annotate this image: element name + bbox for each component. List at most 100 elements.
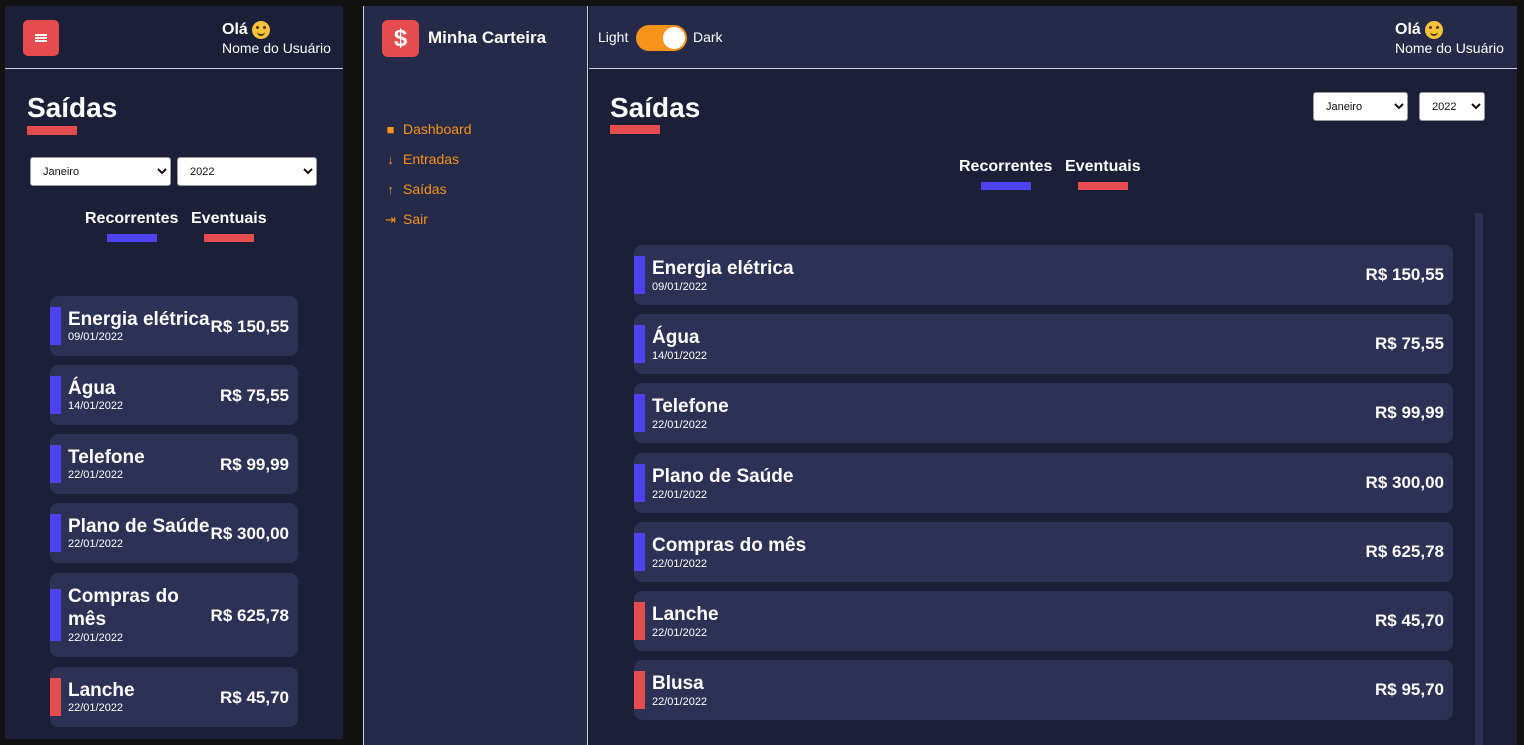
list-item[interactable]: Compras do mês 22/01/2022 R$ 625,78	[50, 573, 298, 657]
sidebar-item-label: Entradas	[403, 151, 460, 167]
list-item[interactable]: Lanche 22/01/2022 R$ 45,70	[634, 591, 1453, 651]
item-name: Água	[652, 327, 700, 349]
tab-label: Recorrentes	[959, 158, 1053, 175]
logout-icon: ⇥	[385, 211, 396, 227]
item-date: 22/01/2022	[68, 702, 124, 714]
recurrent-tag	[50, 376, 61, 414]
mobile-view: Olá Nome do Usuário Saídas Janeiro 2022 …	[5, 6, 343, 739]
main-content: Light Dark Olá Nome do Usuário Saídas Ja…	[589, 6, 1517, 745]
desktop-view: $ Minha Carteira ■ Dashboard ↓ Entradas …	[363, 6, 1517, 745]
username: Nome do Usuário	[1395, 40, 1504, 56]
list-item[interactable]: Lanche 22/01/2022 R$ 45,70	[50, 667, 298, 727]
main-header: Light Dark Olá Nome do Usuário	[589, 6, 1517, 69]
item-name: Plano de Saúde	[652, 465, 794, 487]
arrow-up-icon: ↑	[387, 181, 394, 197]
year-select[interactable]: 2022	[177, 157, 317, 186]
tab-recorrentes[interactable]: Recorrentes	[959, 158, 1052, 190]
item-amount: R$ 300,00	[1365, 472, 1444, 492]
theme-light-label: Light	[598, 29, 629, 45]
recurrent-tag	[634, 532, 645, 571]
month-select[interactable]: Janeiro	[1313, 92, 1408, 121]
logo-icon: $	[382, 20, 419, 57]
recurrent-tag	[50, 514, 61, 552]
theme-toggle[interactable]	[636, 25, 687, 51]
toggle-knob	[663, 27, 685, 49]
item-date: 09/01/2022	[652, 281, 708, 293]
tab-recorrentes[interactable]: Recorrentes	[85, 210, 178, 242]
item-date: 22/01/2022	[652, 488, 708, 501]
tab-label: Eventuais	[191, 210, 267, 227]
item-date: 22/01/2022	[68, 632, 124, 644]
item-date: 22/01/2022	[68, 469, 124, 481]
item-name: Lanche	[652, 604, 719, 625]
list-item[interactable]: Água 14/01/2022 R$ 75,55	[634, 314, 1453, 375]
list-item[interactable]: Blusa 22/01/2022 R$ 95,70	[634, 660, 1453, 721]
list-item[interactable]: Energia elétrica 09/01/2022 R$ 150,55	[634, 245, 1453, 305]
sidebar-item-saidas[interactable]: ↑ Saídas	[384, 181, 447, 197]
list-item[interactable]: Plano de Saúde 22/01/2022 R$ 300,00	[50, 503, 298, 563]
item-amount: R$ 45,70	[220, 688, 289, 707]
sidebar-item-sair[interactable]: ⇥ Sair	[384, 211, 428, 227]
item-amount: R$ 75,55	[1375, 334, 1444, 354]
sidebar-item-label: Saídas	[403, 181, 447, 197]
tab-indicator	[980, 182, 1031, 190]
item-name: Energia elétrica	[68, 309, 210, 330]
item-date: 22/01/2022	[652, 419, 708, 432]
list-item[interactable]: Plano de Saúde 22/01/2022 R$ 300,00	[634, 452, 1453, 513]
item-name: Água	[68, 378, 116, 399]
list-item[interactable]: Telefone 22/01/2022 R$ 99,99	[634, 383, 1453, 444]
item-amount: R$ 300,00	[210, 524, 289, 543]
item-date: 14/01/2022	[652, 350, 708, 363]
greeting-text: Olá	[1395, 21, 1421, 38]
recurrent-tag	[50, 589, 61, 641]
page-title: Saídas	[27, 92, 118, 123]
item-date: 14/01/2022	[68, 400, 124, 412]
item-date: 22/01/2022	[652, 557, 708, 570]
hamburger-icon	[35, 34, 47, 42]
scrollbar[interactable]	[1475, 213, 1483, 745]
sidebar-item-label: Dashboard	[403, 121, 472, 137]
theme-dark-label: Dark	[693, 29, 723, 45]
month-select[interactable]: Janeiro	[30, 157, 171, 186]
app-name: Minha Carteira	[428, 28, 547, 47]
list-item[interactable]: Telefone 22/01/2022 R$ 99,99	[50, 434, 298, 494]
list-item[interactable]: Compras do mês 22/01/2022 R$ 625,78	[634, 521, 1453, 582]
list-item[interactable]: Água 14/01/2022 R$ 75,55	[50, 365, 298, 425]
page-title: Saídas	[610, 92, 701, 123]
item-amount: R$ 625,78	[1365, 541, 1444, 561]
title-underline	[27, 126, 77, 135]
recurrent-tag	[634, 256, 645, 294]
item-amount: R$ 95,70	[1375, 680, 1444, 700]
sidebar-item-entradas[interactable]: ↓ Entradas	[384, 151, 459, 167]
item-name: Lanche	[68, 680, 135, 701]
recurrent-tag	[634, 325, 645, 364]
emoji-icon	[251, 21, 270, 39]
tab-eventuais[interactable]: Eventuais	[191, 210, 267, 242]
item-amount: R$ 99,99	[220, 455, 289, 474]
user-greeting: Olá Nome do Usuário	[1395, 21, 1504, 57]
tab-indicator	[1077, 182, 1128, 190]
item-amount: R$ 150,55	[210, 317, 289, 336]
item-date: 09/01/2022	[68, 331, 124, 343]
item-name: Compras do mês	[68, 586, 179, 630]
sidebar-item-dashboard[interactable]: ■ Dashboard	[384, 121, 472, 137]
eventual-tag	[634, 671, 645, 710]
item-name: Plano de Saúde	[68, 516, 210, 537]
greeting-text: Olá	[222, 21, 248, 38]
menu-button[interactable]	[23, 20, 59, 56]
item-amount: R$ 45,70	[1375, 611, 1444, 630]
title-underline	[610, 125, 660, 134]
list-item[interactable]: Energia elétrica 09/01/2022 R$ 150,55	[50, 296, 298, 356]
user-greeting: Olá Nome do Usuário	[222, 21, 331, 57]
item-date: 22/01/2022	[652, 627, 708, 639]
tab-eventuais[interactable]: Eventuais	[1065, 158, 1141, 190]
year-select[interactable]: 2022	[1419, 92, 1485, 121]
tab-label: Eventuais	[1065, 158, 1141, 175]
tab-indicator	[106, 234, 157, 242]
item-date: 22/01/2022	[652, 696, 708, 709]
item-amount: R$ 99,99	[1375, 403, 1444, 423]
item-amount: R$ 150,55	[1365, 265, 1444, 284]
tab-indicator	[203, 234, 254, 242]
arrow-down-icon: ↓	[387, 151, 394, 167]
eventual-tag	[634, 602, 645, 640]
